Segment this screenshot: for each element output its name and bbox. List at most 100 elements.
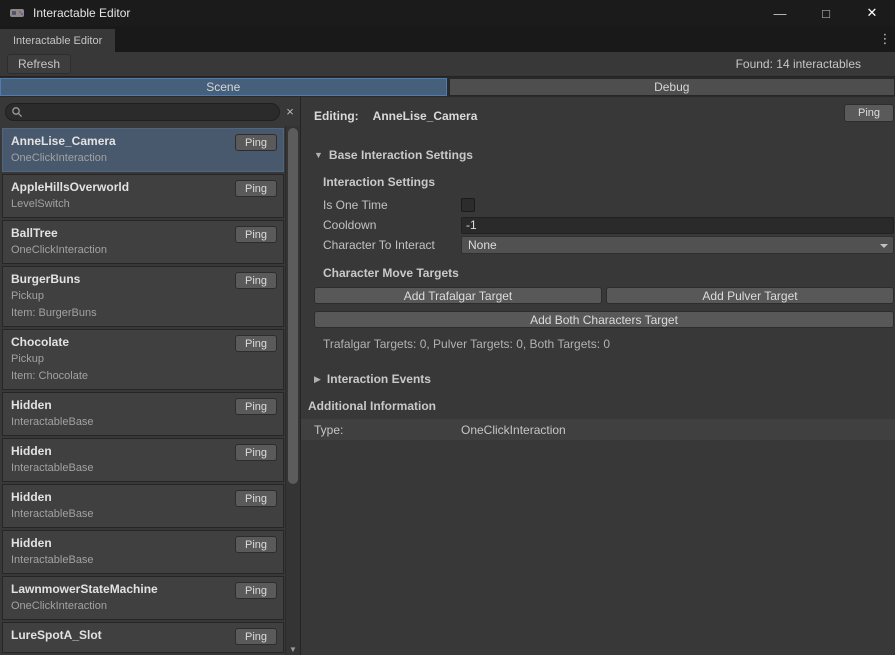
refresh-button[interactable]: Refresh [7, 54, 71, 74]
scrollbar-down-icon[interactable]: ▼ [286, 645, 300, 654]
item-name: AppleHillsOverworld [11, 180, 227, 194]
cooldown-label: Cooldown [323, 218, 461, 232]
list-item-text: BallTree OneClickInteraction [11, 226, 227, 257]
window-title: Interactable Editor [33, 6, 130, 20]
item-type: InteractableBase [11, 508, 227, 521]
inspector-panel: Ping Editing: AnneLise_Camera ▼ Base Int… [300, 97, 895, 655]
ping-button[interactable]: Ping [235, 180, 277, 197]
ping-button[interactable]: Ping [235, 398, 277, 415]
add-pulver-target-button[interactable]: Add Pulver Target [606, 287, 894, 304]
maximize-icon[interactable]: □ [803, 0, 849, 26]
interactable-list: AnneLise_Camera OneClickInteraction Ping… [0, 126, 285, 655]
ping-button[interactable]: Ping [235, 490, 277, 507]
list-item[interactable]: LawnmowerStateMachine OneClickInteractio… [2, 576, 284, 620]
list-item[interactable]: LureSpotA_Slot Ping [2, 622, 284, 653]
search-icon [11, 106, 23, 121]
item-type: Item: Chocolate [11, 370, 227, 383]
item-type: InteractableBase [11, 462, 227, 475]
item-name: Hidden [11, 398, 227, 412]
target-buttons-row: Add Trafalgar Target Add Pulver Target [314, 287, 894, 304]
title-bar: Interactable Editor — □ ✕ [0, 0, 895, 26]
list-item[interactable]: BurgerBuns Pickup Item: BurgerBuns Ping [2, 266, 284, 327]
scrollbar-thumb[interactable] [288, 128, 298, 484]
character-to-interact-dropdown[interactable]: None [461, 236, 894, 254]
list-item-text: AppleHillsOverworld LevelSwitch [11, 180, 227, 211]
base-settings-section: Interaction Settings Is One Time Cooldow… [314, 175, 894, 280]
ping-button[interactable]: Ping [235, 226, 277, 243]
item-name: Hidden [11, 536, 227, 550]
main-content: × AnneLise_Camera OneClickInteraction Pi… [0, 97, 895, 655]
cooldown-field[interactable] [461, 217, 894, 234]
list-item[interactable]: Hidden InteractableBase Ping [2, 530, 284, 574]
tab-interactable-editor[interactable]: Interactable Editor [0, 29, 115, 52]
type-row: Type: OneClickInteraction [301, 419, 895, 440]
ping-button[interactable]: Ping [235, 444, 277, 461]
item-name: BurgerBuns [11, 272, 227, 286]
interactable-editor-window: Interactable Editor — □ ✕ Interactable E… [0, 0, 895, 655]
list-item[interactable]: AnneLise_Camera OneClickInteraction Ping [2, 128, 284, 172]
list-item[interactable]: Hidden InteractableBase Ping [2, 438, 284, 482]
is-one-time-checkbox[interactable] [461, 198, 475, 212]
list-item[interactable]: Hidden InteractableBase Ping [2, 392, 284, 436]
item-name: Hidden [11, 490, 227, 504]
ping-button[interactable]: Ping [235, 536, 277, 553]
item-name: AnneLise_Camera [11, 134, 227, 148]
search-row: × [0, 97, 300, 126]
item-type: Pickup [11, 290, 227, 303]
item-type: OneClickInteraction [11, 244, 227, 257]
item-name: BallTree [11, 226, 227, 240]
item-type: InteractableBase [11, 416, 227, 429]
item-type: OneClickInteraction [11, 600, 227, 613]
foldout-base-interaction-settings[interactable]: ▼ Base Interaction Settings [314, 147, 473, 163]
search-clear-icon[interactable]: × [282, 104, 298, 119]
targets-summary: Trafalgar Targets: 0, Pulver Targets: 0,… [314, 337, 894, 351]
search-input[interactable] [5, 103, 280, 121]
ping-button[interactable]: Ping [235, 582, 277, 599]
list-item[interactable]: Chocolate Pickup Item: Chocolate Ping [2, 329, 284, 390]
item-type: OneClickInteraction [11, 152, 227, 165]
is-one-time-label: Is One Time [323, 198, 461, 212]
window-menu-icon[interactable]: ⋮ [877, 26, 893, 52]
close-icon[interactable]: ✕ [849, 0, 895, 26]
list-item-text: AnneLise_Camera OneClickInteraction [11, 134, 227, 165]
foldout-label: Interaction Events [327, 372, 431, 386]
add-trafalgar-target-button[interactable]: Add Trafalgar Target [314, 287, 602, 304]
list-item-text: Hidden InteractableBase [11, 444, 227, 475]
window-icon [9, 5, 25, 21]
list-item[interactable]: Hidden InteractableBase Ping [2, 484, 284, 528]
item-name: LureSpotA_Slot [11, 628, 227, 642]
item-type: InteractableBase [11, 554, 227, 567]
item-type: Item: BurgerBuns [11, 307, 227, 320]
foldout-open-icon: ▼ [314, 150, 323, 160]
minimize-icon[interactable]: — [757, 0, 803, 26]
ping-button[interactable]: Ping [844, 104, 894, 122]
is-one-time-row: Is One Time [323, 196, 894, 214]
editing-target-name: AnneLise_Camera [373, 109, 478, 123]
type-value: OneClickInteraction [461, 423, 566, 437]
cooldown-row: Cooldown [323, 216, 894, 234]
ping-button[interactable]: Ping [235, 628, 277, 645]
list-item-text: Hidden InteractableBase [11, 536, 227, 567]
editing-label: Editing: [314, 109, 359, 123]
ping-button[interactable]: Ping [235, 272, 277, 289]
ping-button[interactable]: Ping [235, 134, 277, 151]
list-scrollbar[interactable]: ▼ [285, 126, 300, 655]
character-to-interact-label: Character To Interact [323, 238, 461, 252]
ping-button[interactable]: Ping [235, 335, 277, 352]
add-both-characters-target-button[interactable]: Add Both Characters Target [314, 311, 894, 328]
both-target-button-row: Add Both Characters Target [314, 311, 894, 328]
item-name: Chocolate [11, 335, 227, 349]
foldout-label: Base Interaction Settings [329, 148, 473, 162]
editing-row: Editing: AnneLise_Camera [314, 105, 894, 127]
list-item[interactable]: BallTree OneClickInteraction Ping [2, 220, 284, 264]
foldout-interaction-events[interactable]: ▶ Interaction Events [314, 371, 431, 387]
move-targets-header: Character Move Targets [323, 266, 894, 280]
item-name: LawnmowerStateMachine [11, 582, 227, 596]
list-item-text: Hidden InteractableBase [11, 398, 227, 429]
list-item-text: Chocolate Pickup Item: Chocolate [11, 335, 227, 383]
list-item[interactable]: AppleHillsOverworld LevelSwitch Ping [2, 174, 284, 218]
tab-debug[interactable]: Debug [449, 78, 895, 96]
tab-scene[interactable]: Scene [0, 78, 447, 96]
scene-list-panel: × AnneLise_Camera OneClickInteraction Pi… [0, 97, 300, 655]
item-type: Pickup [11, 353, 227, 366]
